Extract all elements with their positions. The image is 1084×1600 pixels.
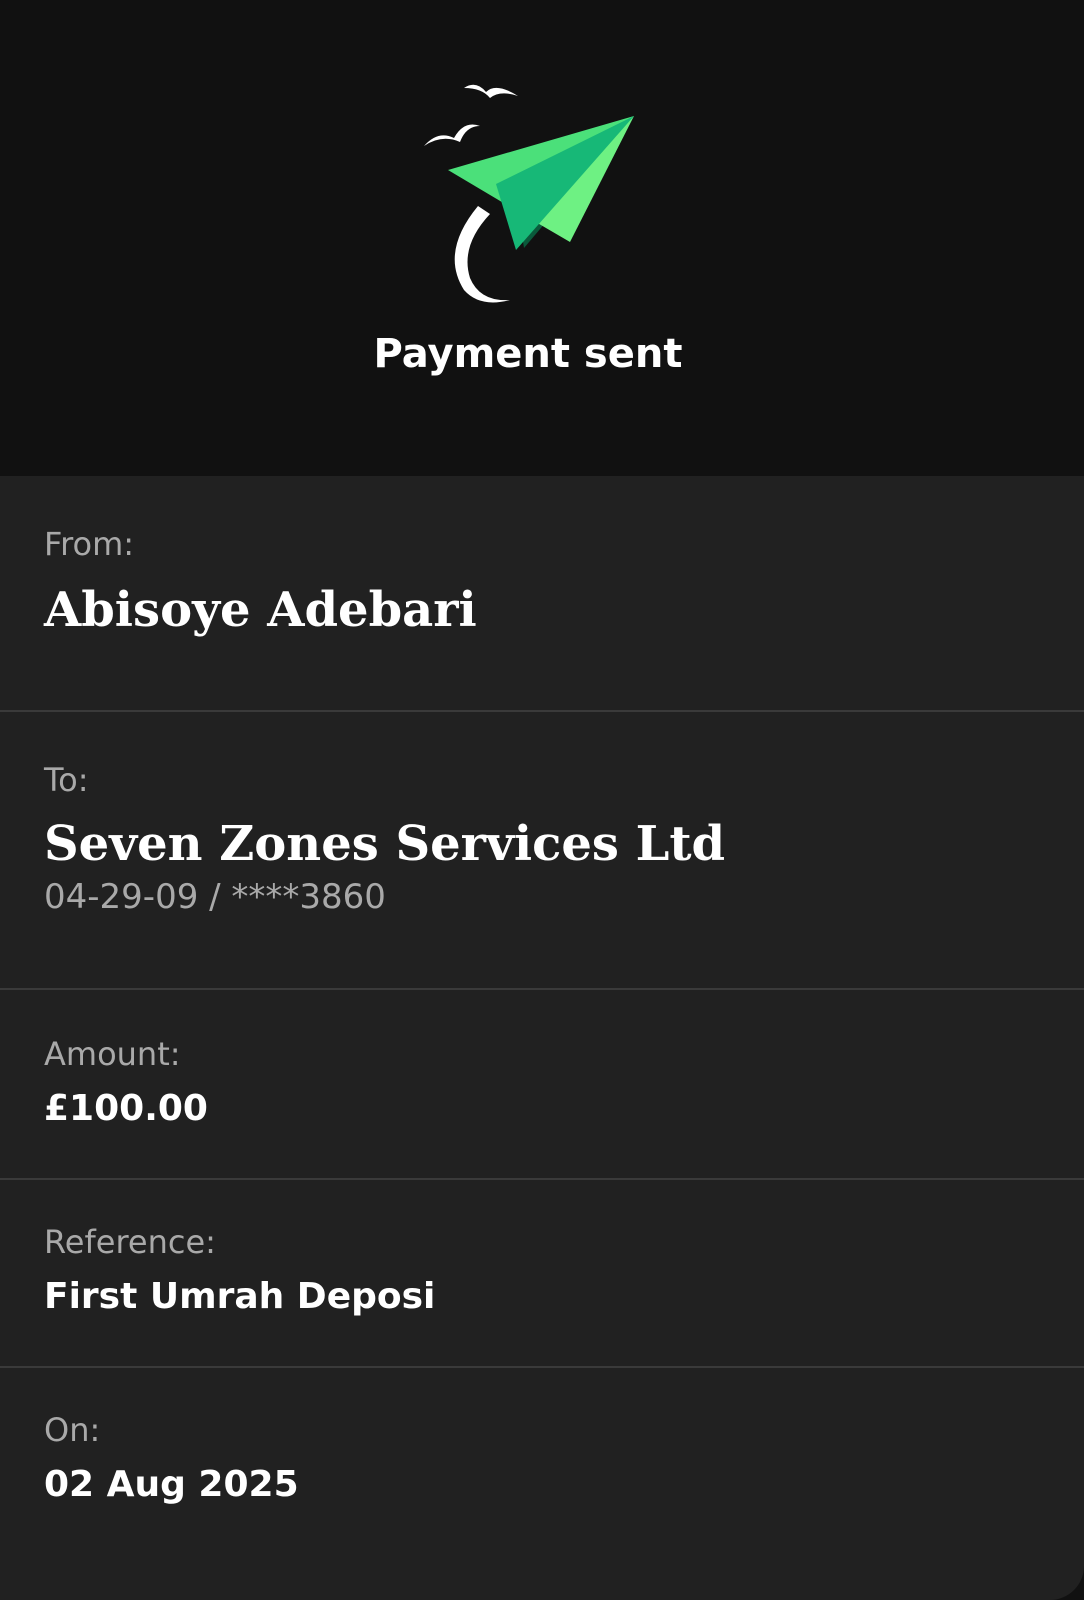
amount-value: £100.00 [44,1088,208,1129]
to-section: To: Seven Zones Services Ltd 04-29-09 / … [0,712,1084,990]
reference-section: Reference: First Umrah Deposi [0,1180,1084,1368]
from-label: From: [44,525,135,563]
recipient-account: 04-29-09 / ****3860 [44,877,386,917]
plane-trail [454,206,510,303]
paper-plane-icon [424,84,634,303]
payment-header: Payment sent [0,0,1084,476]
date-value: 02 Aug 2025 [44,1464,299,1505]
date-section: On: 02 Aug 2025 [0,1368,1084,1600]
to-label: To: [44,761,89,799]
from-section: From: Abisoye Adebari [0,476,1084,712]
reference-value: First Umrah Deposi [44,1276,436,1317]
payment-details-card: From: Abisoye Adebari To: Seven Zones Se… [0,476,1084,1600]
recipient-name: Seven Zones Services Ltd [44,816,726,872]
bird-icon [424,124,480,146]
amount-section: Amount: £100.00 [0,990,1084,1180]
date-label: On: [44,1411,101,1449]
amount-label: Amount: [44,1035,181,1073]
reference-label: Reference: [44,1223,216,1261]
sender-name: Abisoye Adebari [44,582,477,638]
bird-icon [464,84,518,98]
page-title: Payment sent [373,331,683,377]
